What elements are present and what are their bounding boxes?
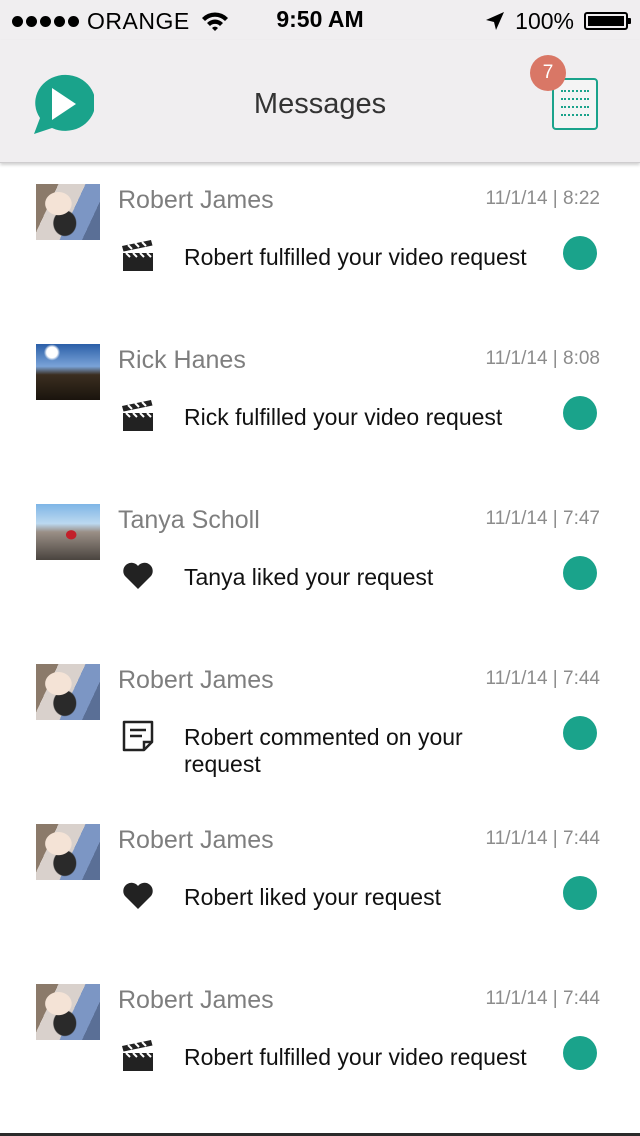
message-time: 11/1/14 | 7:44 <box>485 828 600 849</box>
message-row[interactable]: Robert James 11/1/14 | 8:22 Robert fulfi… <box>0 162 640 322</box>
unread-indicator <box>563 396 597 430</box>
clapperboard-icon <box>120 238 156 274</box>
sender-name: Robert James <box>118 826 274 854</box>
avatar[interactable] <box>36 984 100 1040</box>
message-row[interactable]: Robert James 11/1/14 | 7:44 Robert comme… <box>0 642 640 802</box>
heart-icon <box>120 558 156 594</box>
sender-name: Rick Hanes <box>118 346 246 374</box>
message-text: Robert fulfilled your video request <box>184 244 527 270</box>
comment-icon <box>120 718 156 754</box>
unread-indicator <box>563 556 597 590</box>
message-text: Rick fulfilled your video request <box>184 404 503 430</box>
message-text: Tanya liked your request <box>184 564 434 590</box>
clapperboard-icon <box>120 1038 156 1074</box>
message-text: Robert liked your request <box>184 884 441 910</box>
avatar[interactable] <box>36 504 100 560</box>
unread-indicator <box>563 236 597 270</box>
battery-percentage: 100% <box>515 7 574 34</box>
unread-indicator <box>563 876 597 910</box>
unread-indicator <box>563 716 597 750</box>
message-time: 11/1/14 | 8:22 <box>485 188 600 209</box>
status-bar: ORANGE 9:50 AM 100% <box>0 0 640 40</box>
nav-bar: Messages 7 <box>0 40 640 163</box>
message-time: 11/1/14 | 8:08 <box>485 348 600 369</box>
sender-name: Robert James <box>118 666 274 694</box>
avatar[interactable] <box>36 184 100 240</box>
message-row[interactable]: Tanya Scholl 11/1/14 | 7:47 Tanya liked … <box>0 482 640 642</box>
sender-name: Robert James <box>118 986 274 1014</box>
status-right: 100% <box>485 6 631 36</box>
message-row[interactable]: Rick Hanes 11/1/14 | 8:08 Rick fulfilled… <box>0 322 640 482</box>
message-time: 11/1/14 | 7:47 <box>485 508 600 529</box>
message-row[interactable]: Robert James 11/1/14 | 7:44 Robert fulfi… <box>0 962 640 1122</box>
sender-name: Robert James <box>118 186 274 214</box>
message-time: 11/1/14 | 7:44 <box>485 988 600 1009</box>
message-row[interactable]: Robert James 11/1/14 | 7:44 Robert liked… <box>0 802 640 962</box>
avatar[interactable] <box>36 664 100 720</box>
location-arrow-icon <box>486 12 505 30</box>
message-text: Robert fulfilled your video request <box>184 1044 527 1070</box>
avatar[interactable] <box>36 344 100 400</box>
message-list: Robert James 11/1/14 | 8:22 Robert fulfi… <box>0 162 640 1122</box>
notification-badge: 7 <box>530 55 566 91</box>
message-time: 11/1/14 | 7:44 <box>485 668 600 689</box>
message-text: Robert commented on your request <box>184 724 463 777</box>
page-title: Messages <box>253 88 387 120</box>
unread-indicator <box>563 1036 597 1070</box>
battery-icon <box>584 12 631 30</box>
avatar[interactable] <box>36 824 100 880</box>
clapperboard-icon <box>120 398 156 434</box>
sender-name: Tanya Scholl <box>118 506 260 534</box>
heart-icon <box>120 878 156 914</box>
